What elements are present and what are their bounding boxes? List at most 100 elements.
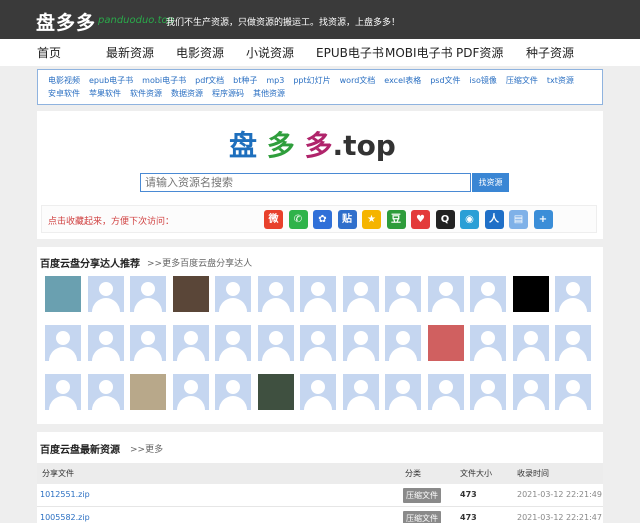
category-tag[interactable]: iso镜像 bbox=[470, 75, 497, 86]
weibo-icon[interactable]: 微 bbox=[264, 210, 283, 229]
category-tag[interactable]: 数据资源 bbox=[171, 88, 203, 99]
douban-icon[interactable]: 豆 bbox=[386, 210, 406, 229]
user-avatar[interactable] bbox=[215, 325, 251, 361]
nav-home[interactable]: 首页 bbox=[37, 44, 61, 61]
nav-movies[interactable]: 电影资源 bbox=[176, 44, 224, 61]
user-avatar[interactable] bbox=[45, 325, 81, 361]
user-avatar[interactable] bbox=[130, 374, 166, 410]
big-logo: 盘 多 多.top bbox=[229, 124, 396, 164]
user-avatar[interactable] bbox=[215, 374, 251, 410]
avatar-placeholder-body bbox=[559, 298, 587, 312]
category-tag[interactable]: excel表格 bbox=[384, 75, 421, 86]
avatar-placeholder-head bbox=[566, 380, 580, 394]
user-avatar[interactable] bbox=[385, 276, 421, 312]
category-tag[interactable]: 程序源码 bbox=[212, 88, 244, 99]
category-tag[interactable]: mobi电子书 bbox=[142, 75, 186, 86]
category-tag[interactable]: ppt幻灯片 bbox=[293, 75, 330, 86]
category-tag[interactable]: txt资源 bbox=[547, 75, 574, 86]
user-avatar[interactable] bbox=[512, 374, 549, 410]
wechat-icon[interactable]: ✆ bbox=[288, 210, 308, 229]
user-avatar[interactable] bbox=[87, 325, 124, 361]
user-avatar[interactable] bbox=[342, 374, 379, 410]
nav-torrent[interactable]: 种子资源 bbox=[526, 44, 574, 61]
file-link[interactable]: 1012551.zip bbox=[40, 490, 90, 499]
user-avatar[interactable] bbox=[300, 276, 336, 312]
category-tag[interactable]: word文档 bbox=[340, 75, 376, 86]
user-avatar[interactable] bbox=[555, 325, 591, 361]
heart-icon[interactable]: ♥ bbox=[411, 210, 430, 229]
user-avatar[interactable] bbox=[257, 374, 294, 410]
user-avatar[interactable] bbox=[130, 276, 166, 312]
files-more-link[interactable]: >>更多 bbox=[130, 442, 163, 455]
category-tag[interactable]: mp3 bbox=[266, 76, 284, 85]
more-icon[interactable]: + bbox=[533, 210, 553, 229]
renren-icon[interactable]: 人 bbox=[484, 210, 504, 229]
user-avatar[interactable] bbox=[385, 374, 421, 410]
tieba-icon[interactable]: 贴 bbox=[337, 210, 357, 229]
search-input[interactable] bbox=[140, 173, 471, 192]
user-avatar[interactable] bbox=[215, 276, 251, 312]
file-link[interactable]: 1005582.zip bbox=[40, 513, 90, 522]
user-avatar[interactable] bbox=[87, 374, 124, 410]
category-tag[interactable]: 压缩文件 bbox=[506, 75, 538, 86]
nav-latest[interactable]: 最新资源 bbox=[106, 44, 154, 61]
users-more-link[interactable]: >>更多百度云盘分享达人 bbox=[147, 256, 252, 269]
category-tag[interactable]: 其他资源 bbox=[253, 88, 285, 99]
user-avatar[interactable] bbox=[470, 276, 506, 312]
nav-epub[interactable]: EPUB电子书 bbox=[316, 44, 384, 61]
avatar-placeholder-body bbox=[559, 396, 587, 410]
user-avatar[interactable] bbox=[172, 276, 209, 312]
user-avatar[interactable] bbox=[342, 276, 379, 312]
search-button[interactable]: 找资源 bbox=[472, 173, 509, 192]
user-avatar[interactable] bbox=[512, 325, 549, 361]
user-avatar[interactable] bbox=[470, 325, 506, 361]
user-avatar[interactable] bbox=[385, 325, 421, 361]
user-avatar[interactable] bbox=[45, 374, 81, 410]
category-tag[interactable]: 安卓软件 bbox=[48, 88, 80, 99]
files-title: 百度云盘最新资源 bbox=[40, 445, 120, 456]
avatar-placeholder-head bbox=[353, 282, 368, 296]
user-avatar[interactable] bbox=[342, 325, 379, 361]
qzone-icon[interactable]: ★ bbox=[362, 210, 381, 229]
category-tag[interactable]: 苹果软件 bbox=[89, 88, 121, 99]
nav-pdf[interactable]: PDF资源 bbox=[456, 44, 503, 61]
category-tag[interactable]: epub电子书 bbox=[89, 75, 133, 86]
category-tag[interactable]: bt种子 bbox=[233, 75, 257, 86]
user-avatar[interactable] bbox=[470, 374, 506, 410]
user-avatar[interactable] bbox=[130, 325, 166, 361]
user-avatar[interactable] bbox=[172, 374, 209, 410]
user-avatar[interactable] bbox=[555, 276, 591, 312]
category-tag[interactable]: 电影视频 bbox=[48, 75, 80, 86]
video-icon[interactable]: ◉ bbox=[460, 210, 479, 229]
user-avatar[interactable] bbox=[512, 276, 549, 312]
user-avatar[interactable] bbox=[45, 276, 81, 312]
avatar-placeholder-body bbox=[91, 298, 120, 312]
avatar-placeholder-body bbox=[346, 298, 375, 312]
avatar-placeholder-head bbox=[56, 380, 70, 394]
user-avatar[interactable] bbox=[87, 276, 124, 312]
nav-novels[interactable]: 小说资源 bbox=[246, 44, 294, 61]
baidu-icon[interactable]: ✿ bbox=[313, 210, 332, 229]
nav-mobi[interactable]: MOBI电子书 bbox=[385, 44, 453, 61]
user-avatar[interactable] bbox=[172, 325, 209, 361]
user-avatar[interactable] bbox=[300, 325, 336, 361]
user-avatar[interactable] bbox=[300, 374, 336, 410]
qq-icon[interactable]: Q bbox=[435, 210, 455, 229]
user-avatar[interactable] bbox=[427, 374, 464, 410]
avatar-placeholder-head bbox=[183, 331, 198, 345]
avatar-placeholder-body bbox=[431, 396, 460, 410]
category-tag[interactable]: 软件资源 bbox=[130, 88, 162, 99]
avatar-placeholder-body bbox=[304, 396, 332, 410]
category-badge: 压缩文件 bbox=[403, 511, 441, 523]
user-avatar[interactable] bbox=[257, 325, 294, 361]
copy-icon[interactable]: ▤ bbox=[509, 210, 528, 229]
user-avatar[interactable] bbox=[257, 276, 294, 312]
category-tag[interactable]: pdf文档 bbox=[195, 75, 224, 86]
category-tag[interactable]: psd文件 bbox=[430, 75, 460, 86]
avatar-placeholder-head bbox=[481, 331, 495, 345]
user-avatar[interactable] bbox=[427, 276, 464, 312]
user-avatar[interactable] bbox=[555, 374, 591, 410]
main-nav: 首页 最新资源 电影资源 小说资源 EPUB电子书 MOBI电子书 PDF资源 … bbox=[0, 39, 640, 66]
user-avatar[interactable] bbox=[427, 325, 464, 361]
site-logo[interactable]: 盘多多 bbox=[36, 8, 96, 35]
